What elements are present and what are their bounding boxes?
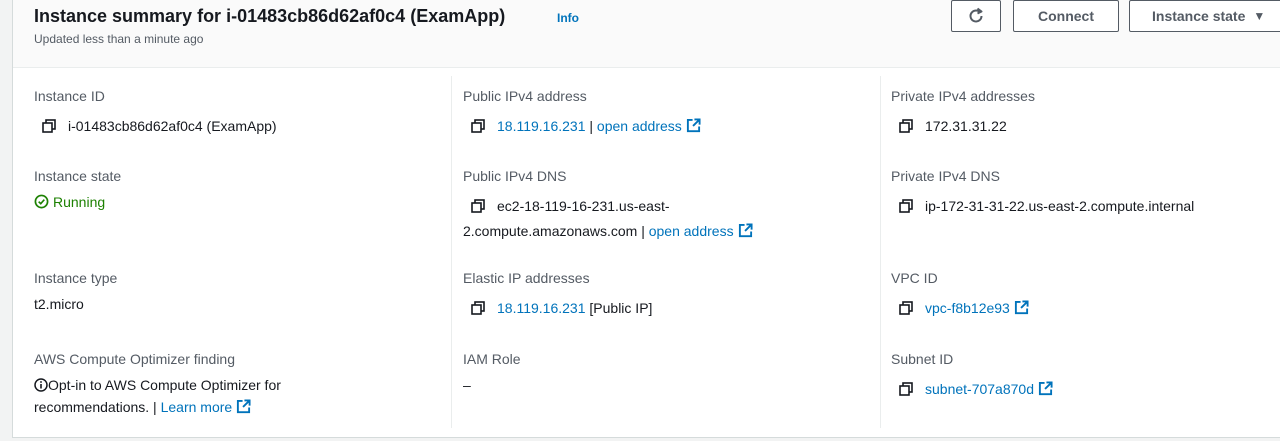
private-ip-label: Private IPv4 addresses: [891, 88, 1035, 104]
instance-state-field: Instance state Running: [34, 167, 121, 213]
instance-state-label-text: Instance state: [34, 168, 122, 184]
instance-id-value: i-01483cb86d62af0c4 (ExamApp): [68, 118, 277, 134]
optimizer-text: Opt-in to AWS Compute Optimizer for: [48, 377, 281, 393]
private-dns-value: ip-172-31-31-22.us-east-2.compute.intern…: [925, 198, 1195, 214]
caret-down-icon: ▼: [1253, 9, 1266, 23]
instance-id-label: Instance ID: [34, 88, 105, 104]
separator: |: [641, 223, 645, 239]
subnet-id-label: Subnet ID: [891, 351, 954, 367]
copy-icon[interactable]: [42, 119, 56, 133]
vpc-id-field: VPC ID vpc-f8b12e93: [891, 269, 1029, 319]
column-divider: [880, 76, 881, 428]
instance-state-dropdown[interactable]: Instance state ▼: [1129, 0, 1280, 32]
private-dns-field: Private IPv4 DNS ip-172-31-31-22.us-east…: [891, 167, 1194, 217]
public-dns-value-cont: 2.compute.amazonaws.com: [463, 223, 638, 239]
copy-icon[interactable]: [471, 301, 485, 315]
connect-button[interactable]: Connect: [1013, 0, 1119, 32]
public-ip-label: Public IPv4 address: [463, 88, 587, 104]
vpc-id-link[interactable]: vpc-f8b12e93: [925, 300, 1010, 316]
instance-type-value: t2.micro: [34, 296, 84, 312]
open-address-link[interactable]: open address: [649, 223, 734, 239]
copy-icon[interactable]: [471, 199, 485, 213]
instance-type-field: Instance type t2.micro: [34, 269, 117, 315]
copy-icon[interactable]: [471, 119, 485, 133]
external-link-icon[interactable]: [236, 399, 251, 414]
summary-header: Instance summary for i-01483cb86d62af0c4…: [13, 0, 1280, 68]
iam-role-label: IAM Role: [463, 351, 521, 367]
private-ip-field: Private IPv4 addresses 172.31.31.22: [891, 87, 1035, 137]
public-ip-value[interactable]: 18.119.16.231: [497, 118, 586, 134]
copy-icon[interactable]: [899, 301, 913, 315]
refresh-icon: [969, 7, 983, 23]
instance-summary-panel: Instance summary for i-01483cb86d62af0c4…: [12, 0, 1280, 438]
instance-type-label: Instance type: [34, 270, 118, 286]
page-title: Instance summary for i-01483cb86d62af0c4…: [34, 6, 506, 26]
elastic-ip-suffix: [Public IP]: [589, 300, 653, 316]
iam-role-field: IAM Role –: [463, 350, 521, 396]
optimizer-label: AWS Compute Optimizer finding: [34, 351, 235, 367]
public-dns-value: ec2-18-119-16-231.us-east-: [497, 198, 670, 214]
copy-icon[interactable]: [899, 382, 913, 396]
external-link-icon[interactable]: [1038, 381, 1053, 396]
instance-state-value: Running: [53, 194, 106, 210]
copy-icon[interactable]: [899, 119, 913, 133]
check-circle-icon: [34, 194, 49, 209]
iam-role-value: –: [463, 377, 471, 393]
public-dns-field: Public IPv4 DNS ec2-18-119-16-231.us-eas…: [463, 167, 753, 242]
private-ip-value: 172.31.31.22: [925, 118, 1007, 134]
external-link-icon[interactable]: [738, 223, 753, 238]
public-dns-label: Public IPv4 DNS: [463, 168, 567, 184]
external-link-icon[interactable]: [1014, 300, 1029, 315]
subnet-id-field: Subnet ID subnet-707a870d: [891, 350, 1053, 400]
info-icon: [34, 378, 48, 392]
external-link-icon[interactable]: [686, 118, 701, 133]
elastic-ip-field: Elastic IP addresses 18.119.16.231 [Publ…: [463, 269, 652, 319]
vpc-id-label: VPC ID: [891, 270, 938, 286]
instance-state-label: Instance state: [1152, 8, 1246, 24]
info-link[interactable]: Info: [557, 11, 579, 25]
elastic-ip-label: Elastic IP addresses: [463, 270, 590, 286]
updated-timestamp: Updated less than a minute ago: [34, 32, 204, 46]
instance-id-field: Instance ID i-01483cb86d62af0c4 (ExamApp…: [34, 87, 277, 137]
private-dns-label: Private IPv4 DNS: [891, 168, 1000, 184]
public-ip-field: Public IPv4 address 18.119.16.231 | open…: [463, 87, 701, 137]
learn-more-link[interactable]: Learn more: [161, 399, 233, 415]
elastic-ip-value[interactable]: 18.119.16.231: [497, 300, 586, 316]
separator: |: [589, 118, 594, 134]
open-address-link[interactable]: open address: [597, 118, 682, 134]
optimizer-field: AWS Compute Optimizer finding Opt-in to …: [34, 350, 281, 418]
subnet-id-link[interactable]: subnet-707a870d: [925, 381, 1034, 397]
optimizer-text-cont: recommendations. |: [34, 399, 157, 415]
refresh-button[interactable]: [951, 0, 1001, 32]
copy-icon[interactable]: [899, 199, 913, 213]
column-divider: [451, 76, 452, 428]
